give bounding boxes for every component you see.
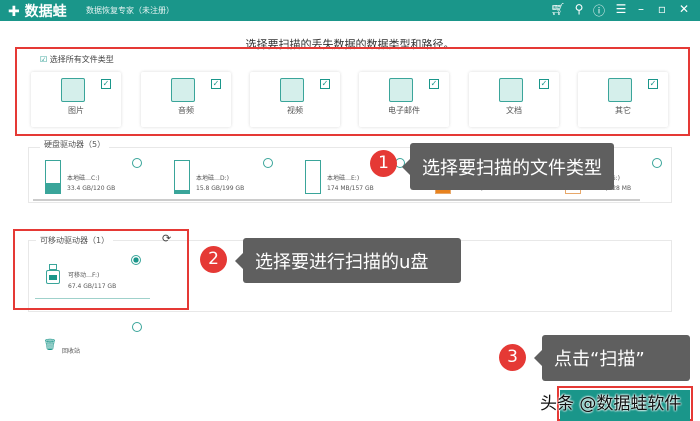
drive-name: 本地磁…D:)	[196, 175, 229, 182]
drive-usage-fill	[436, 189, 450, 193]
file-type-card-0[interactable]: ✓ 图片	[31, 72, 121, 127]
cart-icon[interactable]: 🛒︎	[550, 2, 566, 16]
hard-drives-legend: 硬盘驱动器（5）	[40, 139, 110, 150]
drive-icon	[305, 160, 321, 194]
app-logo: ✚ 数据蛙	[8, 4, 67, 20]
drive-size: 15.8 GB/199 GB	[196, 185, 245, 192]
usb-drive-icon	[46, 264, 60, 284]
file-type-label: 文档	[506, 106, 522, 115]
file-type-checkbox[interactable]: ✓	[211, 79, 221, 89]
file-type-checkbox[interactable]: ✓	[429, 79, 439, 89]
removable-drive-usage-bar	[35, 298, 150, 299]
callout-2-text: 选择要进行扫描的u盘	[255, 251, 429, 273]
recycle-bin-radio[interactable]	[132, 322, 142, 332]
file-type-label: 图片	[68, 106, 84, 115]
file-type-card-3[interactable]: ✓ 电子邮件	[359, 72, 449, 127]
help-icon[interactable]: ⓘ	[591, 2, 607, 19]
file-type-label: 电子邮件	[388, 106, 420, 115]
drive-radio[interactable]	[652, 158, 662, 168]
drive-icon	[45, 160, 61, 194]
drive-name: 本地磁…E:)	[327, 175, 360, 182]
drive-size: 33.4 GB/120 GB	[67, 185, 116, 192]
checkbox-icon: ☑	[40, 55, 48, 64]
file-type-card-4[interactable]: ✓ 文档	[469, 72, 559, 127]
removable-drive-name[interactable]: 可移动…F:)	[68, 270, 99, 279]
hard-drive-item[interactable]: 本地磁…D:) 15.8 GB/199 GB	[174, 160, 294, 196]
callout-1: 选择要扫描的文件类型	[402, 143, 614, 190]
callout-1-text: 选择要扫描的文件类型	[422, 157, 602, 179]
callout-3: 点击“扫描”	[534, 335, 690, 381]
document-icon	[499, 78, 523, 102]
music-icon	[171, 78, 195, 102]
file-type-checkbox[interactable]: ✓	[648, 79, 658, 89]
file-type-label: 其它	[615, 106, 631, 115]
select-all-checkbox[interactable]: ☑ 选择所有文件类型	[40, 54, 114, 65]
select-all-label: 选择所有文件类型	[49, 55, 114, 64]
file-type-label: 音频	[178, 106, 194, 115]
removable-drive-size: 67.4 GB/117 GB	[68, 283, 117, 290]
drive-name: 本地磁…C:)	[67, 175, 100, 182]
minimize-icon[interactable]: –	[633, 2, 649, 16]
app-name: 数据蛙	[24, 4, 67, 20]
video-icon	[280, 78, 304, 102]
recycle-bin-label[interactable]: 回收站	[62, 346, 80, 355]
drive-usage-fill	[175, 190, 189, 193]
step-badge-2: 2	[200, 246, 227, 273]
hard-drive-item[interactable]: 本地磁…C:) 33.4 GB/120 GB	[45, 160, 165, 196]
drive-usage-fill	[46, 183, 60, 193]
step-badge-1: 1	[370, 150, 397, 177]
drive-radio[interactable]	[263, 158, 273, 168]
key-icon[interactable]: ⚲	[571, 2, 587, 16]
refresh-icon[interactable]: ⟳	[162, 232, 171, 245]
callout-2: 选择要进行扫描的u盘	[235, 238, 461, 283]
file-type-label: 视频	[287, 106, 303, 115]
drive-radio[interactable]	[132, 158, 142, 168]
title-bar: ✚ 数据蛙 数据恢复专家（未注册） 🛒︎ ⚲ ⓘ ☰ – ▫ ✕	[0, 0, 700, 21]
mail-icon	[389, 78, 413, 102]
file-type-card-2[interactable]: ✓ 视频	[250, 72, 340, 127]
file-type-card-5[interactable]: ✓ 其它	[578, 72, 668, 127]
app-subtitle: 数据恢复专家（未注册）	[86, 6, 174, 15]
removable-radio-selected[interactable]	[131, 255, 141, 265]
menu-icon[interactable]: ☰	[613, 2, 629, 16]
trash-icon: 🗑︎	[43, 338, 57, 351]
other-icon	[608, 78, 632, 102]
image-icon	[61, 78, 85, 102]
watermark: 头条 @数据蛙软件	[540, 394, 682, 414]
close-icon[interactable]: ✕	[676, 2, 692, 16]
file-type-checkbox[interactable]: ✓	[539, 79, 549, 89]
removable-legend: 可移动驱动器（1）	[36, 235, 114, 246]
horizontal-scrollbar[interactable]	[33, 199, 640, 201]
drive-size: 174 MB/157 GB	[327, 185, 374, 192]
maximize-icon[interactable]: ▫	[654, 2, 670, 16]
drive-icon	[174, 160, 190, 194]
file-type-checkbox[interactable]: ✓	[320, 79, 330, 89]
file-type-card-1[interactable]: ✓ 音频	[141, 72, 231, 127]
callout-3-text: 点击“扫描”	[554, 349, 645, 370]
file-type-checkbox[interactable]: ✓	[101, 79, 111, 89]
step-badge-3: 3	[499, 344, 526, 371]
